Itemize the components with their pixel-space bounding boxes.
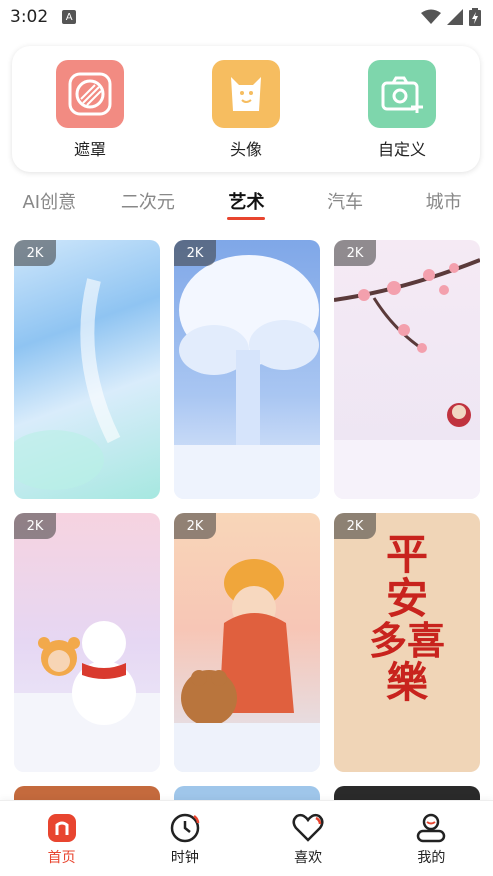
nav-home[interactable]: 首页 bbox=[0, 801, 123, 876]
calligraphy-char: 安 bbox=[385, 574, 428, 624]
home-icon bbox=[47, 814, 76, 842]
nav-label: 我的 bbox=[417, 850, 446, 866]
wallpaper-tile[interactable]: 2K bbox=[14, 240, 160, 499]
resolution-badge: 2K bbox=[174, 240, 216, 266]
category-tabs: AI创意 二次元 艺术 汽车 城市 bbox=[0, 180, 493, 224]
resolution-badge: 2K bbox=[334, 513, 376, 539]
calligraphy-char: 樂 bbox=[385, 658, 428, 708]
resolution-badge: 2K bbox=[14, 240, 56, 266]
wallpaper-tile[interactable]: 平 安 多喜 樂 2K bbox=[334, 513, 480, 772]
clock-icon bbox=[170, 813, 200, 843]
girl-with-bear-image bbox=[174, 559, 320, 772]
tool-avatar[interactable]: 头像 bbox=[186, 60, 306, 160]
resolution-badge: 2K bbox=[14, 513, 56, 539]
wallpaper-tile[interactable]: 2K bbox=[174, 513, 320, 772]
tool-label: 遮罩 bbox=[73, 140, 106, 159]
status-bar: 3:02 A bbox=[0, 0, 493, 34]
nav-label: 时钟 bbox=[170, 850, 199, 866]
signal-icon bbox=[447, 9, 463, 25]
calligraphy-char: 多喜 bbox=[368, 618, 445, 664]
wifi-icon bbox=[421, 9, 441, 24]
resolution-badge: 2K bbox=[334, 240, 376, 266]
nav-label: 喜欢 bbox=[294, 850, 323, 866]
status-time: 3:02 bbox=[10, 7, 49, 27]
resolution-badge: 2K bbox=[174, 513, 216, 539]
blue-gradient-image bbox=[14, 278, 121, 490]
snowman-bear-image bbox=[14, 621, 160, 772]
nav-label: 首页 bbox=[47, 850, 76, 866]
camera-plus-icon bbox=[368, 60, 436, 128]
tools-card: 遮罩 头像 自定义 bbox=[12, 46, 480, 172]
profile-icon bbox=[417, 813, 446, 843]
battery-icon bbox=[469, 8, 481, 26]
tab-ai[interactable]: AI创意 bbox=[0, 182, 99, 222]
tool-mask[interactable]: 遮罩 bbox=[30, 60, 150, 160]
tool-label: 头像 bbox=[229, 140, 262, 159]
nav-clock[interactable]: 时钟 bbox=[123, 801, 246, 876]
wallpaper-tile[interactable]: 2K bbox=[174, 240, 320, 499]
tab-car[interactable]: 汽车 bbox=[296, 182, 395, 222]
notification-icon: A bbox=[62, 10, 77, 24]
calligraphy-char: 平 bbox=[385, 530, 428, 579]
bottom-nav: 首页 时钟 喜欢 我的 bbox=[0, 800, 493, 876]
status-icons bbox=[421, 8, 481, 26]
wallpaper-grid: 2K 2K 2K 2K 2K 平 安 多喜 樂 2K bbox=[14, 240, 480, 772]
calligraphy-image: 平 安 多喜 樂 bbox=[334, 530, 480, 708]
snowy-tree-image bbox=[174, 255, 320, 499]
heart-icon bbox=[292, 813, 324, 842]
tab-anime[interactable]: 二次元 bbox=[99, 182, 198, 222]
avatar-cat-icon bbox=[212, 60, 280, 128]
wallpaper-tile[interactable]: 2K bbox=[334, 240, 480, 499]
cherry-blossom-snow-image bbox=[334, 258, 480, 499]
tab-city[interactable]: 城市 bbox=[394, 182, 493, 222]
wallpaper-tile[interactable]: 2K bbox=[14, 513, 160, 772]
nav-profile[interactable]: 我的 bbox=[370, 801, 493, 876]
tool-label: 自定义 bbox=[377, 140, 426, 159]
mask-icon bbox=[56, 60, 124, 128]
nav-like[interactable]: 喜欢 bbox=[247, 801, 370, 876]
tab-art[interactable]: 艺术 bbox=[197, 182, 296, 222]
tool-custom[interactable]: 自定义 bbox=[342, 60, 462, 160]
